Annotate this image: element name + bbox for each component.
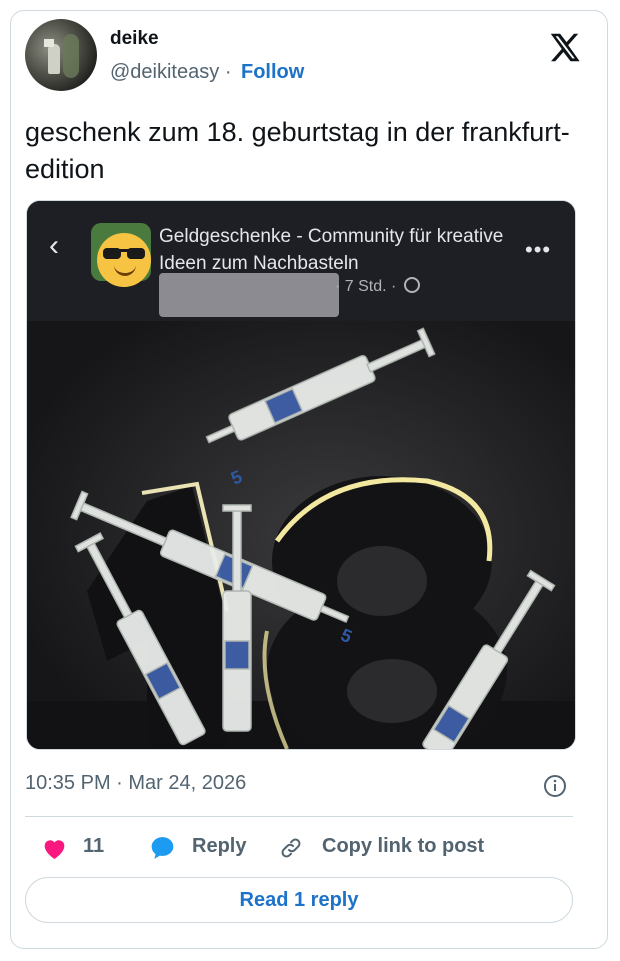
sunglasses-icon (103, 248, 145, 259)
post-media[interactable]: 5 5 ‹ Geldgeschenke - Community für krea… (26, 200, 576, 750)
x-logo-icon[interactable] (547, 31, 582, 64)
author-avatar[interactable] (25, 19, 97, 91)
heart-icon[interactable] (41, 836, 68, 860)
reply-bubble-icon[interactable] (149, 835, 176, 861)
globe-icon (403, 277, 420, 293)
divider (25, 816, 573, 817)
read-reply-button[interactable]: Read 1 reply (25, 877, 573, 923)
embedded-post-header: ‹ Geldgeschenke - Community für kreative… (27, 201, 575, 321)
chevron-left-icon[interactable]: ‹ (49, 229, 59, 263)
like-count[interactable]: 11 (83, 835, 104, 858)
post-timestamp[interactable]: 10:35 PM · Mar 24, 2026 (25, 772, 246, 795)
blurred-username (159, 273, 339, 317)
tweet-text: geschenk zum 18. geburtstag in der frank… (25, 117, 570, 184)
author-name[interactable]: deike (110, 28, 159, 50)
follow-button[interactable]: Follow (241, 61, 304, 84)
post-meta-text: · 7 Std. · (335, 278, 397, 295)
sunglasses-emoji-icon (97, 233, 151, 287)
handle-separator: · (224, 61, 232, 83)
author-handle[interactable]: @deikiteasy · (110, 61, 231, 84)
group-title: Geldgeschenke - Community für kreative I… (159, 226, 504, 274)
handle-text[interactable]: @deikiteasy (110, 61, 219, 83)
post-meta: · 7 Std. · (335, 277, 420, 296)
more-dots-icon[interactable]: ••• (525, 237, 551, 263)
link-icon[interactable] (279, 836, 303, 860)
reply-button[interactable]: Reply (192, 835, 246, 858)
copy-link-button[interactable]: Copy link to post (322, 835, 484, 858)
info-icon[interactable] (543, 774, 567, 798)
